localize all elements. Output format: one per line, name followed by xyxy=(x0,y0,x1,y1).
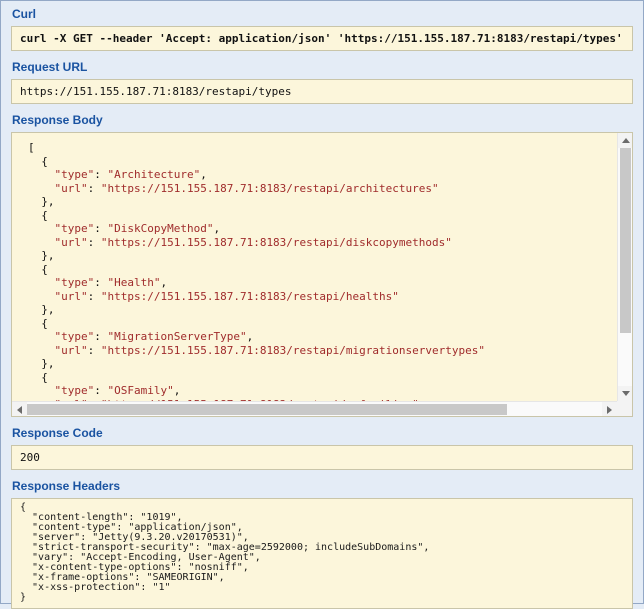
code-line: { xyxy=(28,155,611,169)
code-line: } xyxy=(20,593,624,603)
code-line: }, xyxy=(28,249,611,263)
code-line: "type": "DiskCopyMethod", xyxy=(28,222,611,236)
curl-heading: Curl xyxy=(12,7,633,21)
response-body-content: [ { "type": "Architecture", "url": "http… xyxy=(12,133,617,401)
curl-section: Curl curl -X GET --header 'Accept: appli… xyxy=(11,7,633,51)
response-headers-heading: Response Headers xyxy=(12,479,633,493)
scroll-left-button[interactable] xyxy=(12,402,27,417)
vertical-scrollbar[interactable] xyxy=(617,133,632,401)
code-line: { xyxy=(28,371,611,385)
vertical-scroll-thumb[interactable] xyxy=(620,148,631,333)
code-line: "type": "Health", xyxy=(28,276,611,290)
response-code-heading: Response Code xyxy=(12,426,633,440)
response-code-value: 200 xyxy=(11,445,633,470)
code-line: "url": "https://151.155.187.71:8183/rest… xyxy=(28,236,611,250)
code-line: "type": "MigrationServerType", xyxy=(28,330,611,344)
arrow-right-icon xyxy=(607,406,612,414)
code-line: }, xyxy=(28,357,611,371)
response-body-box[interactable]: [ { "type": "Architecture", "url": "http… xyxy=(11,132,633,417)
code-line: "url": "https://151.155.187.71:8183/rest… xyxy=(28,344,611,358)
scroll-down-button[interactable] xyxy=(618,386,633,401)
horizontal-scrollbar[interactable] xyxy=(12,401,617,416)
response-body-section: Response Body [ { "type": "Architecture"… xyxy=(11,113,633,417)
curl-command: curl -X GET --header 'Accept: applicatio… xyxy=(11,26,633,51)
request-url-section: Request URL https://151.155.187.71:8183/… xyxy=(11,60,633,104)
request-url-value: https://151.155.187.71:8183/restapi/type… xyxy=(11,79,633,104)
scroll-up-button[interactable] xyxy=(618,133,633,148)
response-code-section: Response Code 200 xyxy=(11,426,633,470)
response-body-heading: Response Body xyxy=(12,113,633,127)
code-line: "type": "Architecture", xyxy=(28,168,611,182)
request-url-heading: Request URL xyxy=(12,60,633,74)
arrow-left-icon xyxy=(17,406,22,414)
code-line: { xyxy=(28,317,611,331)
scrollbar-corner xyxy=(617,401,632,416)
arrow-down-icon xyxy=(622,391,630,396)
code-line: "type": "OSFamily", xyxy=(28,384,611,398)
response-headers-section: Response Headers { "content-length": "10… xyxy=(11,479,633,609)
arrow-up-icon xyxy=(622,138,630,143)
code-line: "url": "https://151.155.187.71:8183/rest… xyxy=(28,182,611,196)
code-line: }, xyxy=(28,303,611,317)
code-line: "url": "https://151.155.187.71:8183/rest… xyxy=(28,290,611,304)
horizontal-scroll-thumb[interactable] xyxy=(27,404,507,415)
code-line: [ xyxy=(28,141,611,155)
api-response-panel: Curl curl -X GET --header 'Accept: appli… xyxy=(0,0,644,604)
scroll-right-button[interactable] xyxy=(602,402,617,417)
code-line: }, xyxy=(28,195,611,209)
response-headers-value: { "content-length": "1019", "content-typ… xyxy=(11,498,633,609)
code-line: "x-xss-protection": "1" xyxy=(20,583,624,593)
code-line: { xyxy=(28,209,611,223)
code-line: { xyxy=(28,263,611,277)
